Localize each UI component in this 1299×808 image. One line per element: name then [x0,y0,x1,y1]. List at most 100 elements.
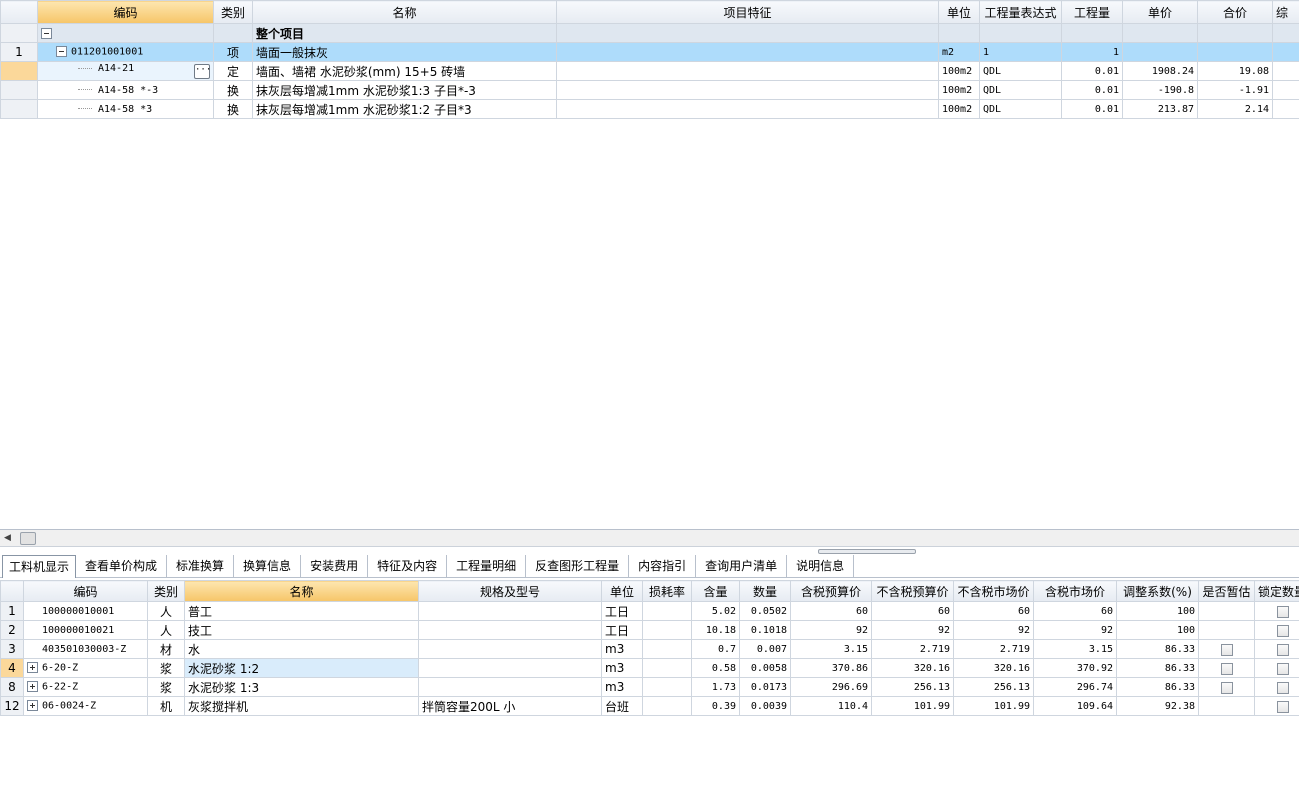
coef-cell[interactable]: 86.33 [1116,658,1199,678]
type-cell[interactable]: 换 [213,99,253,119]
name-cell[interactable]: 普工 [184,601,419,621]
lock-cell[interactable] [1254,620,1299,640]
table-row[interactable]: 3 403501030003-Z 材水 m3 0.7 0.007 3.15 2.719 2.71… [0,639,1299,659]
qty-cell[interactable]: 0.0058 [739,658,791,678]
coef-cell[interactable]: 86.33 [1116,639,1199,659]
comprehensive-cell[interactable] [1272,61,1299,81]
unit-cell[interactable]: 100m2 [938,99,980,119]
expand-icon[interactable] [27,681,38,693]
bottom-header-notax-budget[interactable]: 不含税预算价 [871,580,954,602]
feature-cell[interactable] [556,61,939,81]
top-header-unit[interactable]: 单位 [938,0,980,24]
top-header-feature[interactable]: 项目特征 [556,0,939,24]
coef-cell[interactable]: 86.33 [1116,677,1199,697]
top-header-type[interactable]: 类别 [213,0,253,24]
horizontal-scrollbar[interactable]: ◀ [0,530,1299,547]
estimate-cell[interactable] [1198,696,1255,716]
name-cell[interactable]: 墙面一般抹灰 [252,42,557,62]
feature-cell[interactable] [556,99,939,119]
name-cell[interactable]: 水泥砂浆 1:3 [184,677,419,697]
unit-cell[interactable]: m3 [601,677,643,697]
tab-features-content[interactable]: 特征及内容 [368,555,448,578]
loss-cell[interactable] [642,620,692,640]
loss-cell[interactable] [642,696,692,716]
estimate-cell[interactable] [1198,658,1255,678]
name-cell[interactable]: 灰浆搅拌机 [184,696,419,716]
row-index[interactable]: 8 [0,677,24,697]
estimate-cell[interactable] [1198,620,1255,640]
tax-market-cell[interactable]: 92 [1033,620,1117,640]
top-header-name[interactable]: 名称 [252,0,557,24]
tab-reverse-graphic-quantity[interactable]: 反查图形工程量 [526,555,630,578]
table-row[interactable]: A14-58 *-3 换 抹灰层每增减1mm 水泥砂浆1:3 子目*-3 100… [0,80,1299,100]
price-cell[interactable]: -190.8 [1122,80,1198,100]
name-cell[interactable]: 墙面、墙裙 水泥砂浆(mm) 15+5 砖墙 [252,61,557,81]
bottom-header-coef[interactable]: 调整系数(%) [1116,580,1199,602]
estimate-checkbox[interactable] [1220,662,1233,675]
top-header-corner[interactable] [0,0,38,24]
tax-market-cell[interactable]: 60 [1033,601,1117,621]
tab-description[interactable]: 说明信息 [787,555,855,578]
top-header-code[interactable]: 编码 [37,0,214,24]
feature-cell[interactable] [556,80,939,100]
loss-cell[interactable] [642,601,692,621]
total-cell[interactable]: -1.91 [1197,80,1273,100]
row-index[interactable]: 3 [0,639,24,659]
comprehensive-cell[interactable] [1272,80,1299,100]
bottom-header-notax-market[interactable]: 不含税市场价 [953,580,1034,602]
lock-cell[interactable] [1254,601,1299,621]
panel-splitter[interactable] [818,549,916,554]
bottom-header-content[interactable]: 含量 [691,580,740,602]
lock-quantity-checkbox[interactable] [1277,605,1289,618]
type-cell[interactable]: 换 [213,80,253,100]
code-cell[interactable]: 011201001001 [37,42,214,62]
bottom-header-tax-market[interactable]: 含税市场价 [1033,580,1117,602]
estimate-checkbox[interactable] [1220,643,1233,656]
spec-cell[interactable] [418,639,602,659]
estimate-cell[interactable] [1198,677,1255,697]
code-cell[interactable]: A14-58 *-3 [37,80,214,100]
spec-cell[interactable] [418,677,602,697]
tax-budget-cell[interactable]: 60 [790,601,872,621]
notax-market-cell[interactable]: 256.13 [953,677,1034,697]
code-cell[interactable]: 100000010001 [23,601,148,621]
lock-quantity-checkbox[interactable] [1277,643,1289,656]
feature-cell[interactable] [556,42,939,62]
estimate-checkbox[interactable] [1220,681,1233,694]
notax-budget-cell[interactable]: 60 [871,601,954,621]
row-index[interactable]: 12 [0,696,24,716]
spec-cell[interactable] [418,620,602,640]
notax-budget-cell[interactable]: 256.13 [871,677,954,697]
price-cell[interactable] [1122,42,1198,62]
qty-cell[interactable]: 0.1018 [739,620,791,640]
row-index[interactable]: 4 [0,658,24,678]
name-cell[interactable]: 抹灰层每增减1mm 水泥砂浆1:2 子目*3 [252,99,557,119]
total-cell[interactable]: 19.08 [1197,61,1273,81]
top-header-expr[interactable]: 工程量表达式 [979,0,1062,24]
unit-cell[interactable]: m3 [601,639,643,659]
arrow-left-icon[interactable]: ◀ [4,533,11,543]
lock-cell[interactable] [1254,677,1299,697]
code-cell[interactable]: A14-21 ··· [37,61,214,81]
bottom-header-name[interactable]: 名称 [184,580,419,602]
table-row[interactable]: A14-21 ··· 定 墙面、墙裙 水泥砂浆(mm) 15+5 砖墙 100m2… [0,61,1299,81]
bottom-header-estimate[interactable]: 是否暂估 [1198,580,1255,602]
tab-query-user-list[interactable]: 查询用户清单 [696,555,788,578]
tax-market-cell[interactable]: 3.15 [1033,639,1117,659]
whole-project-row[interactable]: 整个项目 [0,23,1299,43]
expr-cell[interactable]: 1 [979,42,1062,62]
name-cell[interactable]: 水 [184,639,419,659]
bottom-header-spec[interactable]: 规格及型号 [418,580,602,602]
unit-cell[interactable]: 工日 [601,601,643,621]
code-cell[interactable]: 6-22-Z [23,677,148,697]
notax-market-cell[interactable]: 2.719 [953,639,1034,659]
expr-cell[interactable]: QDL [979,61,1062,81]
bottom-header-unit[interactable]: 单位 [601,580,643,602]
top-header-price[interactable]: 单价 [1122,0,1198,24]
loss-cell[interactable] [642,677,692,697]
top-header-comprehensive[interactable]: 综 [1272,0,1299,24]
code-cell[interactable] [37,23,214,43]
qty-cell[interactable]: 0.01 [1061,80,1123,100]
lock-cell[interactable] [1254,639,1299,659]
notax-budget-cell[interactable]: 101.99 [871,696,954,716]
